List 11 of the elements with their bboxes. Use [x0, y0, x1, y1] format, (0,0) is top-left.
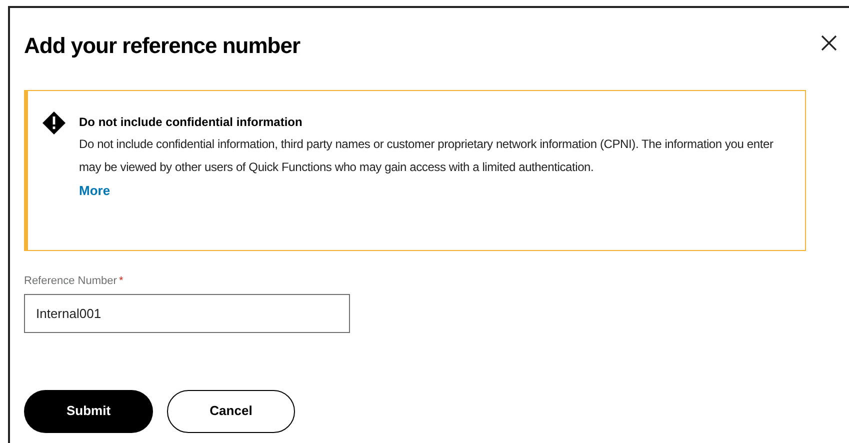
alert-title: Do not include confidential information [79, 114, 304, 131]
more-link[interactable]: More [79, 183, 110, 198]
required-mark: * [118, 274, 124, 289]
alert-message: Do not include confidential information, third party names or customer proprietary network information (CPNI). The information you enter may be viewed by other users of Quick Functions who may gain access with a limited authentication. [79, 136, 774, 176]
submit-button[interactable]: Submit [24, 390, 153, 432]
dialog-title: Add your reference number [24, 32, 300, 60]
reference-number-field[interactable]: Internal001 [24, 294, 350, 332]
close-icon[interactable] [820, 34, 838, 52]
cancel-button[interactable]: Cancel [167, 390, 295, 432]
field-label: Reference Number [24, 274, 117, 289]
warning-icon [42, 111, 66, 135]
